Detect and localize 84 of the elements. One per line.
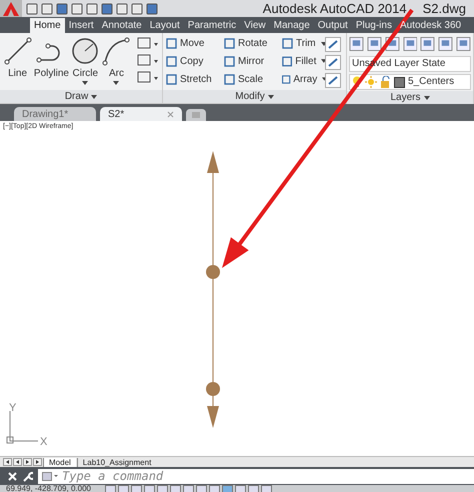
- caret-icon: [424, 96, 430, 100]
- circle-icon: [70, 36, 100, 66]
- ribbon-tab[interactable]: Insert: [64, 18, 98, 33]
- layer-tool-icon[interactable]: [366, 36, 382, 52]
- square-icon: [223, 37, 236, 50]
- layer-color-swatch: [394, 76, 405, 88]
- toolbar-icon[interactable]: [146, 2, 158, 14]
- draw-tool-button[interactable]: Line: [2, 36, 34, 87]
- toolbar-icon[interactable]: [101, 2, 113, 14]
- navigation-arrow-icon[interactable]: [13, 458, 22, 466]
- square-icon: [223, 54, 236, 68]
- draw-tool-button[interactable]: Polyline: [33, 36, 70, 87]
- wrench-icon[interactable]: [22, 470, 33, 482]
- toolbar-icon[interactable]: [86, 2, 98, 14]
- modify-option-icon[interactable]: [325, 73, 341, 88]
- line-icon: [2, 36, 33, 66]
- square-icon: [165, 72, 178, 86]
- toolbar-icon[interactable]: [71, 2, 83, 14]
- modify-option-icon[interactable]: [325, 55, 341, 70]
- coordinates-readout: 69.949, -428.709, 0.000: [6, 485, 91, 492]
- app-logo[interactable]: [0, 0, 22, 17]
- layer-tool-icon[interactable]: [438, 36, 454, 52]
- layer-tool-icon[interactable]: [349, 36, 364, 52]
- draw-tool-button[interactable]: Arc: [100, 36, 132, 87]
- ribbon-tab[interactable]: Parametric: [184, 18, 240, 33]
- current-layer: 5_Centers: [408, 75, 454, 89]
- modify-tool-button[interactable]: Trim: [281, 37, 327, 51]
- ribbon-tab[interactable]: View: [240, 18, 270, 33]
- toolbar-icon[interactable]: [116, 2, 128, 14]
- square-icon: [165, 37, 178, 50]
- modify-tool-button[interactable]: Fillet: [281, 54, 327, 68]
- ribbon-tab[interactable]: Plug-ins: [352, 18, 396, 33]
- layer-tool-icon[interactable]: [402, 36, 418, 52]
- modify-option-icon[interactable]: [325, 37, 341, 52]
- layer-dropdown[interactable]: 5_Centers: [349, 74, 471, 90]
- y-axis-label: Y: [9, 402, 16, 414]
- navigation-arrow-icon[interactable]: [33, 458, 42, 466]
- ribbon-tab[interactable]: Manage: [270, 18, 314, 33]
- lock-icon: [380, 76, 391, 88]
- prompt-icon: [42, 472, 58, 480]
- navigation-arrow-icon[interactable]: [23, 458, 32, 466]
- modify-tool-button[interactable]: Rotate: [223, 37, 281, 51]
- toolbar-icon[interactable]: [131, 2, 143, 14]
- ribbon-tab[interactable]: Annotate: [98, 18, 146, 33]
- draw-option-icon[interactable]: [136, 36, 160, 51]
- ribbon-tab[interactable]: Home: [30, 18, 65, 33]
- square-icon: [281, 72, 292, 86]
- draw-option-icon[interactable]: [136, 53, 160, 68]
- ribbon-tab[interactable]: Layout: [146, 18, 184, 33]
- modify-tool-button[interactable]: Stretch: [165, 72, 223, 86]
- toolbar-icon[interactable]: [56, 2, 68, 14]
- square-icon: [281, 37, 294, 50]
- new-tab-button[interactable]: [186, 109, 206, 121]
- drawing-sheet-tab[interactable]: Model: [43, 458, 76, 466]
- sun-icon: [365, 76, 377, 88]
- layer-tool-icon[interactable]: [456, 36, 472, 52]
- document-tab[interactable]: Drawing1*: [14, 107, 96, 121]
- modify-tool-button[interactable]: Scale: [223, 72, 281, 86]
- panel-title[interactable]: Draw: [0, 90, 162, 103]
- app-title: Autodesk AutoCAD 2014: [262, 1, 407, 16]
- toolbar-icon[interactable]: [26, 2, 38, 14]
- ucs-axes-icon: [6, 410, 38, 444]
- modify-tool-button[interactable]: Move: [165, 37, 223, 51]
- modify-tool-button[interactable]: Mirror: [223, 54, 281, 68]
- square-icon: [165, 54, 178, 68]
- panel-title[interactable]: Layers: [347, 91, 473, 104]
- panel-title[interactable]: Modify: [163, 90, 346, 103]
- square-icon: [281, 54, 294, 68]
- arc-icon: [101, 36, 132, 66]
- draw-option-icon[interactable]: [136, 70, 160, 85]
- caret-icon: [268, 94, 274, 98]
- navigation-arrow-icon[interactable]: [3, 458, 12, 466]
- caret-icon: [91, 94, 98, 98]
- draw-tool-button[interactable]: Circle: [70, 36, 101, 87]
- x-axis-label: X: [40, 436, 48, 448]
- square-icon: [223, 72, 236, 86]
- modify-tool-button[interactable]: Array: [281, 72, 327, 86]
- document-tab[interactable]: S2*: [100, 107, 182, 121]
- new-tab-icon: [191, 111, 201, 119]
- layer-tool-icon[interactable]: [420, 36, 436, 52]
- toolbar-icon[interactable]: [41, 2, 53, 14]
- modify-tool-button[interactable]: Copy: [165, 54, 223, 68]
- ribbon-tab[interactable]: Output: [314, 18, 352, 33]
- file-name: S2.dwg: [422, 1, 466, 16]
